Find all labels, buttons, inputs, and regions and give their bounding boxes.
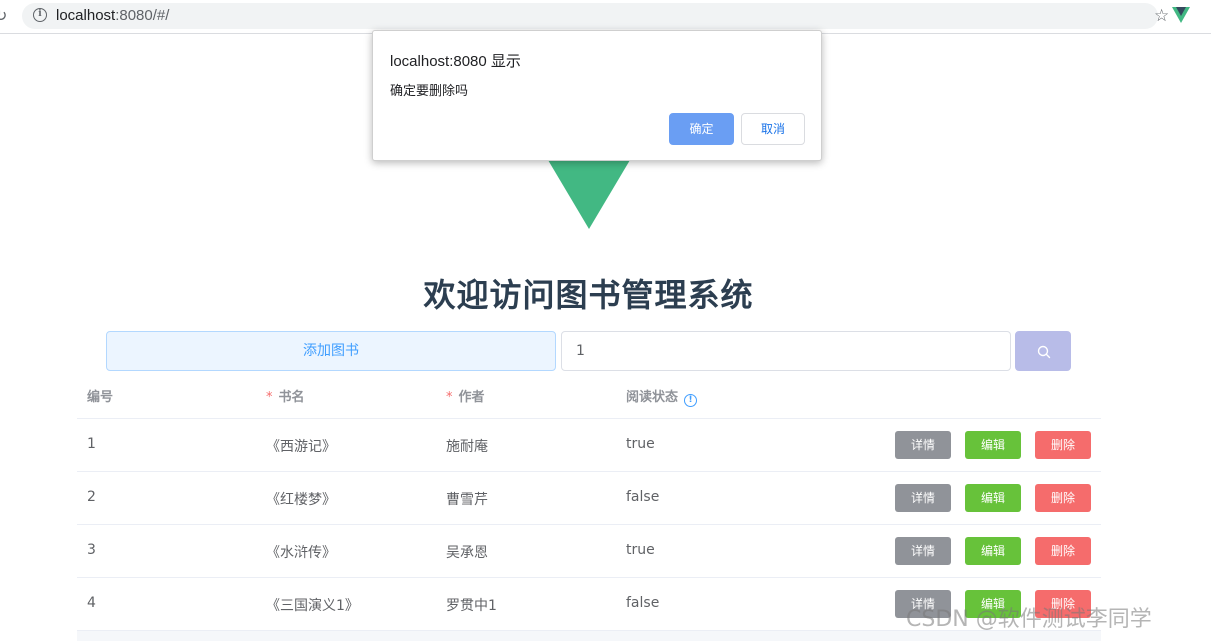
dialog-message: 确定要删除吗 [390,84,469,99]
table-row: 1 《西游记》 施耐庵 true 详情 编辑 删除 [77,419,1101,472]
cell-name: 《水浒传》 [266,545,336,561]
delete-button[interactable]: 删除 [1035,537,1091,565]
required-mark: * [446,390,453,405]
col-header-name: * 书名 [266,386,305,405]
cell-status: true [626,542,655,558]
dialog-title: localhost:8080 显示 [390,53,521,70]
cell-author: 施耐庵 [446,439,488,455]
required-mark: * [266,390,273,405]
vue-logo [548,160,630,229]
cell-name: 《三国演义1》 [266,598,359,614]
delete-button[interactable]: 删除 [1035,431,1091,459]
col-header-status: 阅读状态! [626,386,698,407]
detail-button[interactable]: 详情 [895,431,951,459]
col-header-author-label: 作者 [458,390,485,405]
table-row: 2 《红楼梦》 曹雪芹 false 详情 编辑 删除 [77,472,1101,525]
dialog-cancel-button[interactable]: 取消 [741,113,805,145]
detail-button[interactable]: 详情 [895,484,951,512]
add-book-button[interactable]: 添加图书 [106,331,556,371]
cell-status: false [626,489,660,505]
delete-button[interactable]: 删除 [1035,484,1091,512]
cell-status: true [626,436,655,452]
cell-id: 4 [87,595,96,611]
cell-name: 《红楼梦》 [266,492,336,508]
dialog-ok-button[interactable]: 确定 [669,113,734,145]
cell-status: false [626,595,660,611]
search-icon [1037,345,1051,359]
edit-button[interactable]: 编辑 [965,484,1021,512]
cell-author: 曹雪芹 [446,492,488,508]
url-rest: :8080/#/ [115,7,170,24]
question-icon[interactable]: ! [684,394,698,407]
confirm-dialog: localhost:8080 显示 确定要删除吗 确定 取消 [372,30,822,161]
cell-author: 罗贯中1 [446,598,497,614]
reload-icon[interactable]: ↻ [0,6,7,25]
col-header-status-label: 阅读状态 [626,390,679,405]
cell-id: 3 [87,542,96,558]
cell-name: 《西游记》 [266,439,336,455]
watermark: CSDN @软件测试李同学 [906,607,1152,632]
table-row: 3 《水浒传》 吴承恩 true 详情 编辑 删除 [77,525,1101,578]
address-bar[interactable]: i localhost:8080/#/ ☆ [22,3,1169,29]
cell-id: 2 [87,489,96,505]
table-header: 编号 * 书名 * 作者 阅读状态! [77,368,1101,419]
col-header-id: 编号 [87,390,114,405]
col-header-name-label: 书名 [278,390,305,405]
cell-author: 吴承恩 [446,545,488,561]
col-header-author: * 作者 [446,386,485,405]
cell-id: 1 [87,436,96,452]
page-title: 欢迎访问图书管理系统 [423,276,754,314]
detail-button[interactable]: 详情 [895,537,951,565]
search-button[interactable] [1015,331,1071,371]
vue-devtools-icon[interactable] [1172,7,1190,23]
star-icon[interactable]: ☆ [1154,7,1169,25]
info-icon[interactable]: i [33,8,47,22]
edit-button[interactable]: 编辑 [965,431,1021,459]
browser-toolbar: ↻ i localhost:8080/#/ ☆ [0,0,1211,34]
search-input[interactable] [561,331,1011,371]
url-text: localhost:8080/#/ [56,7,169,24]
url-host: localhost [56,7,116,24]
edit-button[interactable]: 编辑 [965,537,1021,565]
